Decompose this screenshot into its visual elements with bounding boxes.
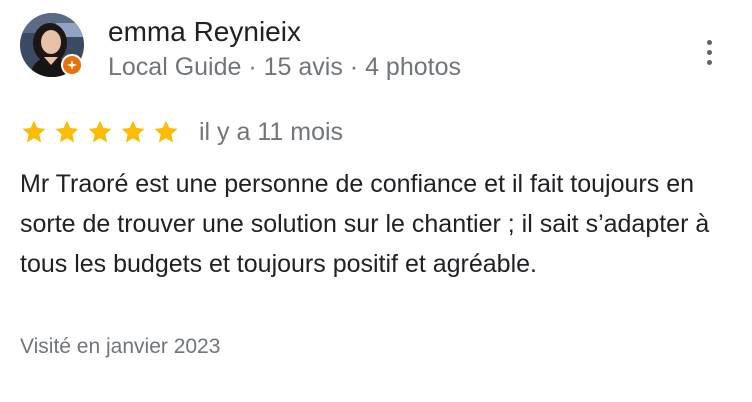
star-rating: [20, 118, 180, 146]
local-guide-badge: [61, 54, 83, 76]
star-icon: [152, 118, 180, 146]
rating-row: il y a 11 mois: [20, 114, 343, 150]
visit-date: Visité en janvier 2023: [20, 335, 221, 358]
more-vertical-icon: [706, 39, 712, 45]
star-icon: [86, 118, 114, 146]
star-icon: [53, 118, 81, 146]
review-card: emma Reynieix Local Guide · 15 avis · 4 …: [0, 0, 752, 402]
review-text: Mr Traoré est une personne de confiance …: [20, 170, 710, 278]
local-guide-star-icon: [67, 60, 77, 70]
reviewer-name[interactable]: emma Reynieix: [108, 14, 301, 50]
avatar[interactable]: [20, 13, 84, 77]
review-date: il y a 11 mois: [199, 118, 344, 146]
reviewer-meta[interactable]: Local Guide · 15 avis · 4 photos: [108, 50, 461, 84]
star-icon: [20, 118, 48, 146]
more-vertical-icon: [706, 59, 712, 65]
more-vertical-icon: [706, 49, 712, 55]
star-icon: [119, 118, 147, 146]
more-options-button[interactable]: [694, 32, 724, 72]
